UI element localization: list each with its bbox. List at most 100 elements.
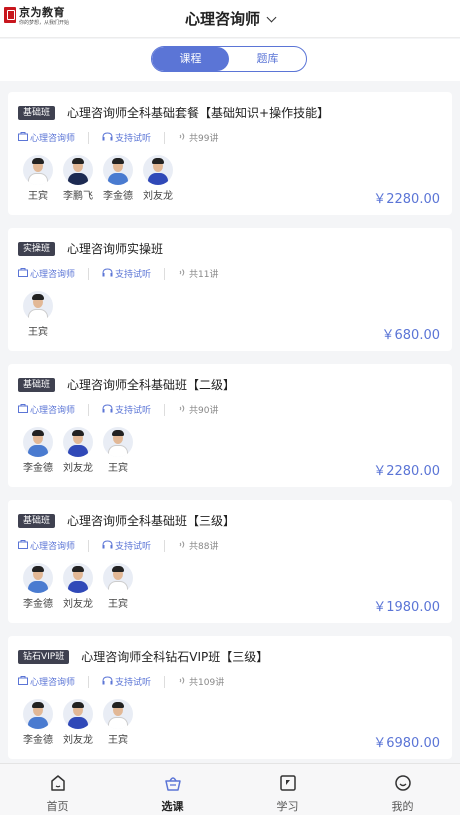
avatar	[143, 155, 173, 185]
tabbar-label-courses: 选课	[161, 800, 184, 813]
tabbar-label-home: 首页	[46, 800, 69, 813]
teacher-item[interactable]: 王宾	[18, 155, 58, 202]
course-card[interactable]: 基础班 心理咨询师全科基础班【二级】 心理咨询师 支持试听 共90讲 李金德 刘…	[8, 364, 452, 487]
teacher-list: 李金德 刘友龙 王宾	[18, 427, 138, 474]
avatar	[23, 291, 53, 321]
course-category: 心理咨询师	[18, 539, 75, 552]
trial-support: 支持试听	[102, 675, 151, 688]
chevron-down-icon[interactable]	[266, 12, 277, 23]
headphones-icon	[102, 131, 113, 144]
teacher-item[interactable]: 刘友龙	[138, 155, 178, 202]
lesson-count-label: 共109讲	[189, 678, 225, 688]
avatar	[103, 155, 133, 185]
avatar	[103, 699, 133, 729]
lesson-count: 共90讲	[178, 403, 218, 416]
lesson-count: 共88讲	[178, 539, 218, 552]
teacher-item[interactable]: 李金德	[18, 427, 58, 474]
trial-support-label: 支持试听	[115, 134, 152, 144]
teacher-name: 刘友龙	[63, 735, 93, 746]
teacher-item[interactable]: 王宾	[98, 699, 138, 746]
course-card[interactable]: 基础班 心理咨询师全科基础班【三级】 心理咨询师 支持试听 共88讲 李金德 刘…	[8, 500, 452, 623]
tabbar-item-study[interactable]: 学习	[230, 764, 345, 815]
teacher-item[interactable]: 刘友龙	[58, 699, 98, 746]
page-title[interactable]: 心理咨询师	[0, 8, 460, 29]
teacher-name: 刘友龙	[63, 599, 93, 610]
course-category: 心理咨询师	[18, 675, 75, 688]
trial-support: 支持试听	[102, 539, 151, 552]
teacher-list: 李金德 刘友龙 王宾	[18, 699, 138, 746]
tab-question-bank[interactable]: 题库	[229, 47, 306, 71]
teacher-item[interactable]: 刘友龙	[58, 427, 98, 474]
teacher-item[interactable]: 王宾	[18, 291, 58, 338]
teacher-list: 李金德 刘友龙 王宾	[18, 563, 138, 610]
teacher-name: 王宾	[28, 191, 48, 202]
lesson-count-label: 共99讲	[189, 134, 219, 144]
teacher-name: 王宾	[108, 463, 128, 474]
course-type-badge: 基础班	[18, 377, 56, 392]
course-type-badge: 钻石VIP班	[18, 649, 70, 664]
course-type-badge: 实操班	[18, 241, 56, 256]
trial-support: 支持试听	[102, 267, 151, 280]
course-card[interactable]: 基础班 心理咨询师全科基础套餐【基础知识+操作技能】 心理咨询师 支持试听 共9…	[8, 92, 452, 215]
category-icon	[18, 267, 28, 280]
tabbar-item-courses[interactable]: 选课	[115, 764, 230, 815]
course-price: ￥2280.00	[373, 464, 440, 479]
teacher-item[interactable]: 李金德	[18, 699, 58, 746]
category-icon	[18, 131, 28, 144]
profile-icon	[394, 774, 412, 794]
app-header: 京为教育 你的梦想，从我们开始 心理咨询师	[0, 0, 460, 38]
course-price: ￥2280.00	[373, 192, 440, 207]
course-price: ￥680.00	[381, 328, 441, 343]
course-category-label: 心理咨询师	[30, 406, 76, 416]
page-title-text: 心理咨询师	[184, 10, 260, 28]
course-title: 心理咨询师实操班	[67, 242, 164, 256]
course-title: 心理咨询师全科基础班【三级】	[67, 514, 236, 528]
avatar	[23, 427, 53, 457]
teacher-name: 王宾	[108, 599, 128, 610]
teacher-item[interactable]: 李金德	[18, 563, 58, 610]
headphones-icon	[102, 403, 113, 416]
bottom-tabbar: 首页 选课 学习 我的	[0, 763, 460, 815]
basket-icon	[164, 774, 182, 794]
teacher-name: 王宾	[108, 735, 128, 746]
audio-wave-icon	[178, 268, 187, 280]
course-category: 心理咨询师	[18, 131, 75, 144]
headphones-icon	[102, 675, 113, 688]
teacher-name: 李金德	[103, 191, 133, 202]
course-category-label: 心理咨询师	[30, 134, 76, 144]
avatar	[23, 155, 53, 185]
lesson-count-label: 共88讲	[189, 542, 219, 552]
course-title: 心理咨询师全科钻石VIP班【三级】	[81, 650, 269, 664]
teacher-item[interactable]: 王宾	[98, 427, 138, 474]
course-title: 心理咨询师全科基础班【二级】	[67, 378, 236, 392]
teacher-item[interactable]: 王宾	[98, 563, 138, 610]
tab-courses[interactable]: 课程	[152, 47, 229, 71]
teacher-name: 李金德	[23, 735, 53, 746]
course-price: ￥1980.00	[373, 600, 440, 615]
teacher-name: 李金德	[23, 463, 53, 474]
teacher-name: 刘友龙	[143, 191, 173, 202]
tabbar-label-profile: 我的	[391, 800, 414, 813]
course-card[interactable]: 实操班 心理咨询师实操班 心理咨询师 支持试听 共11讲 王宾 ￥680.00	[8, 228, 452, 351]
tabbar-item-home[interactable]: 首页	[0, 764, 115, 815]
trial-support: 支持试听	[102, 403, 151, 416]
lesson-count: 共99讲	[178, 131, 218, 144]
teacher-item[interactable]: 李鹏飞	[58, 155, 98, 202]
tabbar-item-profile[interactable]: 我的	[345, 764, 460, 815]
course-category-label: 心理咨询师	[30, 542, 76, 552]
lesson-count-label: 共90讲	[189, 406, 219, 416]
teacher-item[interactable]: 李金德	[98, 155, 138, 202]
avatar	[63, 427, 93, 457]
teacher-name: 刘友龙	[63, 463, 93, 474]
study-icon	[279, 774, 297, 794]
headphones-icon	[102, 267, 113, 280]
teacher-item[interactable]: 刘友龙	[58, 563, 98, 610]
audio-wave-icon	[178, 676, 187, 688]
course-category-label: 心理咨询师	[30, 678, 76, 688]
tabbar-label-study: 学习	[276, 800, 299, 813]
category-icon	[18, 675, 28, 688]
course-price: ￥6980.00	[373, 736, 440, 751]
course-card[interactable]: 钻石VIP班 心理咨询师全科钻石VIP班【三级】 心理咨询师 支持试听 共109…	[8, 636, 452, 759]
category-icon	[18, 403, 28, 416]
teacher-name: 李鹏飞	[63, 191, 93, 202]
